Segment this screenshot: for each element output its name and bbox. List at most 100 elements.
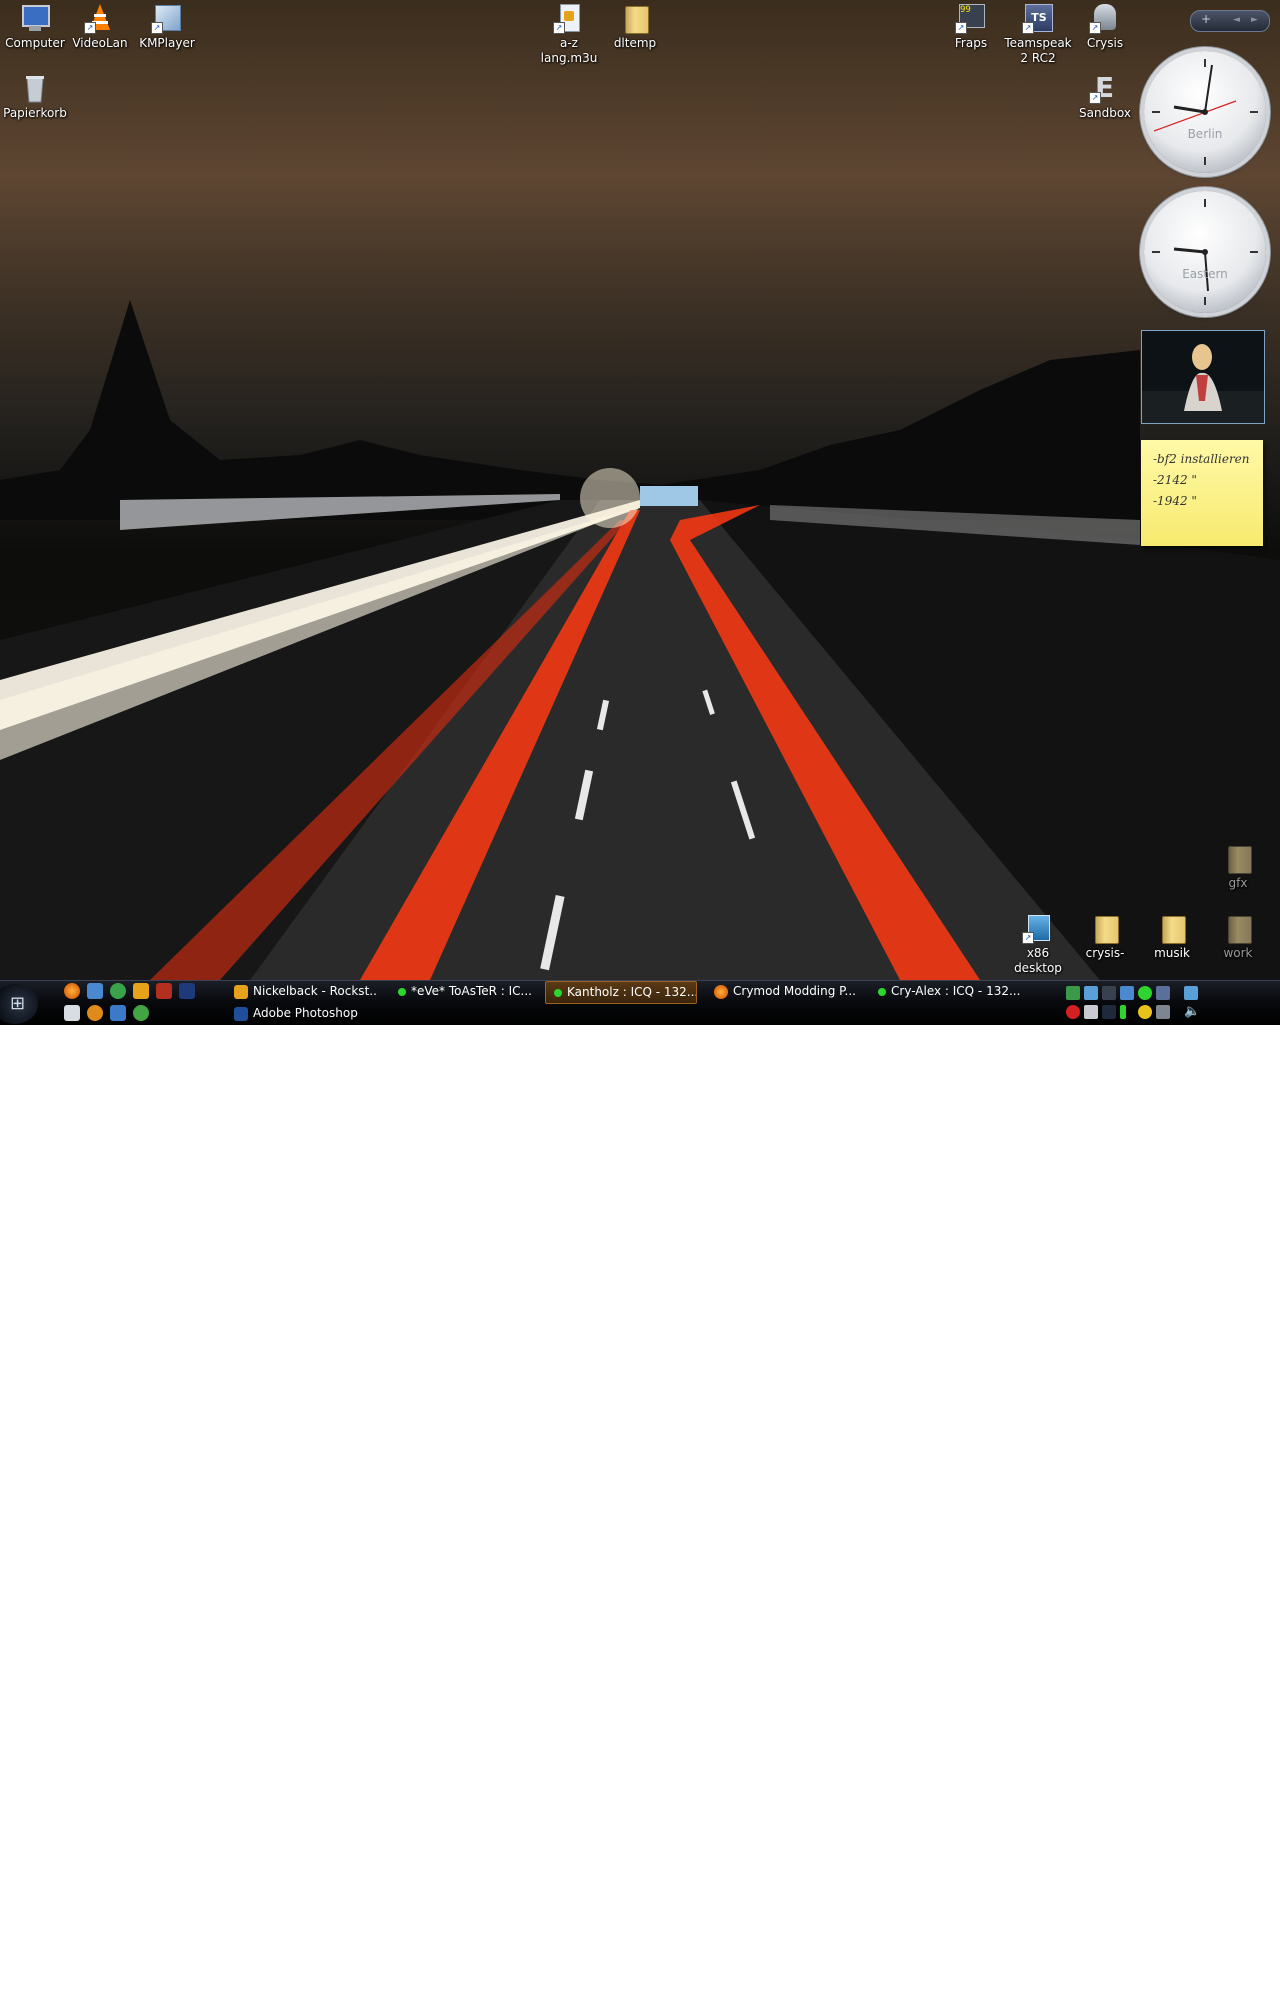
desktop-icon-x86-desktop[interactable]: ↗ x86 desktop: [1003, 912, 1073, 976]
messenger-icon[interactable]: [110, 983, 126, 999]
task-button[interactable]: *eVe* ToAsTeR : IC...: [390, 981, 540, 1002]
desktop-wallpaper: [0, 0, 1280, 980]
start-button[interactable]: ⊞: [0, 984, 38, 1024]
task-label: Cry-Alex : ICQ - 132...: [891, 984, 1020, 998]
desktop-icon-work[interactable]: work: [1203, 912, 1273, 961]
desktop-icon-musik[interactable]: musik: [1137, 912, 1207, 961]
desktop-icon-label: KMPlayer: [139, 36, 195, 50]
sidebar-toolbar: + ◄ ►: [1190, 10, 1270, 32]
clock-city-label: Eastern: [1182, 267, 1228, 281]
task-button[interactable]: Adobe Photoshop: [228, 1003, 378, 1024]
utorrent-icon[interactable]: [133, 1005, 149, 1021]
tray-wireless-icon[interactable]: [1138, 1005, 1152, 1019]
note-line: -2142 ": [1153, 473, 1197, 487]
icq-flower-icon: [554, 988, 562, 997]
info-icon[interactable]: [87, 1005, 103, 1021]
shortcut-arrow-icon: ↗: [1022, 932, 1034, 944]
vlc-cone-icon: ↗: [84, 2, 116, 34]
shortcut-arrow-icon: ↗: [1022, 22, 1034, 34]
add-gadget-button[interactable]: +: [1201, 12, 1211, 26]
desktop-icon-videolan[interactable]: ↗ VideoLan: [65, 2, 135, 51]
desktop-icon-label: Teamspeak 2 RC2: [1004, 36, 1072, 65]
icq-flower-icon: [878, 987, 886, 996]
network-icon[interactable]: [87, 983, 103, 999]
shortcut-arrow-icon: ↗: [1089, 92, 1101, 104]
icq-flower-icon: [398, 987, 406, 996]
kmplayer-icon: ↗: [151, 2, 183, 34]
task-label: *eVe* ToAsTeR : IC...: [411, 984, 532, 998]
tray-battery-icon[interactable]: [1120, 1005, 1126, 1019]
tray-sidebar-icon[interactable]: [1084, 1005, 1098, 1019]
desktop-icon-label: Fraps: [954, 36, 988, 50]
teamspeak-icon: TS ↗: [1022, 2, 1054, 34]
tray-antivirus-icon[interactable]: [1066, 1005, 1080, 1019]
task-label: Nickelback - Rockst...: [253, 984, 378, 998]
tray-teamspeak-icon[interactable]: [1156, 986, 1170, 1000]
playlist-file-icon: ↗: [553, 2, 585, 34]
firefox-icon[interactable]: [64, 983, 80, 999]
task-label: Adobe Photoshop: [253, 1006, 358, 1020]
desktop-icon-teamspeak[interactable]: TS ↗ Teamspeak 2 RC2: [1003, 2, 1073, 66]
previous-page-button[interactable]: ◄: [1233, 15, 1240, 25]
task-button[interactable]: Nickelback - Rockst...: [228, 981, 378, 1002]
tray-network-icon[interactable]: [1066, 986, 1080, 1000]
desktop-icon-recycle-bin[interactable]: Papierkorb: [0, 72, 70, 121]
desktop-icon-label: x86 desktop: [1014, 946, 1062, 975]
shortcut-arrow-icon: ↗: [955, 22, 967, 34]
tray-fraps-icon[interactable]: [1102, 986, 1116, 1000]
desktop-icon-label: Computer: [5, 36, 65, 50]
folder-icon: [1222, 912, 1254, 944]
tray-device-icon[interactable]: [1156, 1005, 1170, 1019]
desktop-icon-dltemp[interactable]: dltemp: [600, 2, 670, 51]
next-page-button[interactable]: ►: [1251, 15, 1258, 25]
desktop-icon-label: Sandbox: [1079, 106, 1131, 120]
tray-connection-icon[interactable]: [1120, 986, 1134, 1000]
desktop-icon-label: crysis-: [1085, 946, 1125, 960]
shortcut-arrow-icon: ↗: [553, 22, 565, 34]
clock-gadget-eastern[interactable]: Eastern: [1144, 191, 1266, 313]
tray-display-icon[interactable]: [1084, 986, 1098, 1000]
teamviewer-icon[interactable]: [179, 983, 195, 999]
desktop-icon-fraps[interactable]: 99 ↗ Fraps: [936, 2, 1006, 51]
desktop-icon-label: Crysis: [1086, 36, 1124, 50]
desktop-icon-playlist[interactable]: ↗ a-z lang.m3u: [534, 2, 604, 66]
folder-icon: [1089, 912, 1121, 944]
tray-icq-icon[interactable]: [1138, 986, 1152, 1000]
desktop-icon-computer[interactable]: Computer: [0, 2, 70, 51]
task-button[interactable]: Crymod Modding P...: [708, 981, 858, 1002]
switch-windows-icon[interactable]: [110, 1005, 126, 1021]
desktop-icon-crysis-folder[interactable]: crysis-: [1070, 912, 1140, 961]
task-button-active[interactable]: Kantholz : ICQ - 132...: [545, 981, 697, 1004]
photoshop-icon: [234, 1006, 248, 1021]
desktop-icon-gfx[interactable]: gfx: [1203, 842, 1273, 891]
hour-hand: [1173, 247, 1206, 254]
note-line: -bf2 installieren: [1153, 452, 1250, 466]
tray-app-icon[interactable]: [1102, 1005, 1116, 1019]
hour-hand: [1173, 105, 1206, 114]
shortcut-arrow-icon: ↗: [1089, 22, 1101, 34]
notes-gadget[interactable]: -bf2 installieren -2142 " -1942 ": [1141, 440, 1263, 546]
taskbar-clock[interactable]: 11:45 Dienstag: [1206, 1964, 1266, 1998]
filezilla-icon[interactable]: [156, 983, 172, 999]
volume-icon[interactable]: 🔈: [1184, 1005, 1200, 1019]
slideshow-gadget[interactable]: [1141, 330, 1265, 424]
winamp-icon: [234, 984, 248, 999]
taskbar: ⊞ Nickelback - Rockst... *eVe* ToAsTeR :…: [0, 980, 1280, 1998]
clock-time: 11:45: [1218, 1964, 1254, 1978]
desktop-icon-crysis[interactable]: ↗ Crysis: [1070, 2, 1140, 51]
show-desktop-icon[interactable]: [64, 1005, 80, 1021]
task-button[interactable]: Cry-Alex : ICQ - 132...: [870, 981, 1020, 1002]
minute-hand: [1204, 64, 1213, 113]
recycle-bin-icon: [19, 72, 51, 104]
desktop-icon-sandbox[interactable]: E ↗ Sandbox: [1070, 72, 1140, 121]
task-label: Kantholz : ICQ - 132...: [567, 985, 697, 999]
computer-icon: [19, 2, 51, 34]
clock-gadget-berlin[interactable]: Berlin: [1144, 51, 1266, 173]
windows-logo-icon: ⊞: [10, 993, 26, 1014]
folder-icon: [619, 2, 651, 34]
desktop-icon-kmplayer[interactable]: ↗ KMPlayer: [132, 2, 202, 51]
desktop-icon-label: dltemp: [613, 36, 657, 50]
desktop-icon-label: Papierkorb: [3, 106, 67, 120]
tray-monitor-icon[interactable]: [1184, 986, 1198, 1000]
winamp-icon[interactable]: [133, 983, 149, 999]
